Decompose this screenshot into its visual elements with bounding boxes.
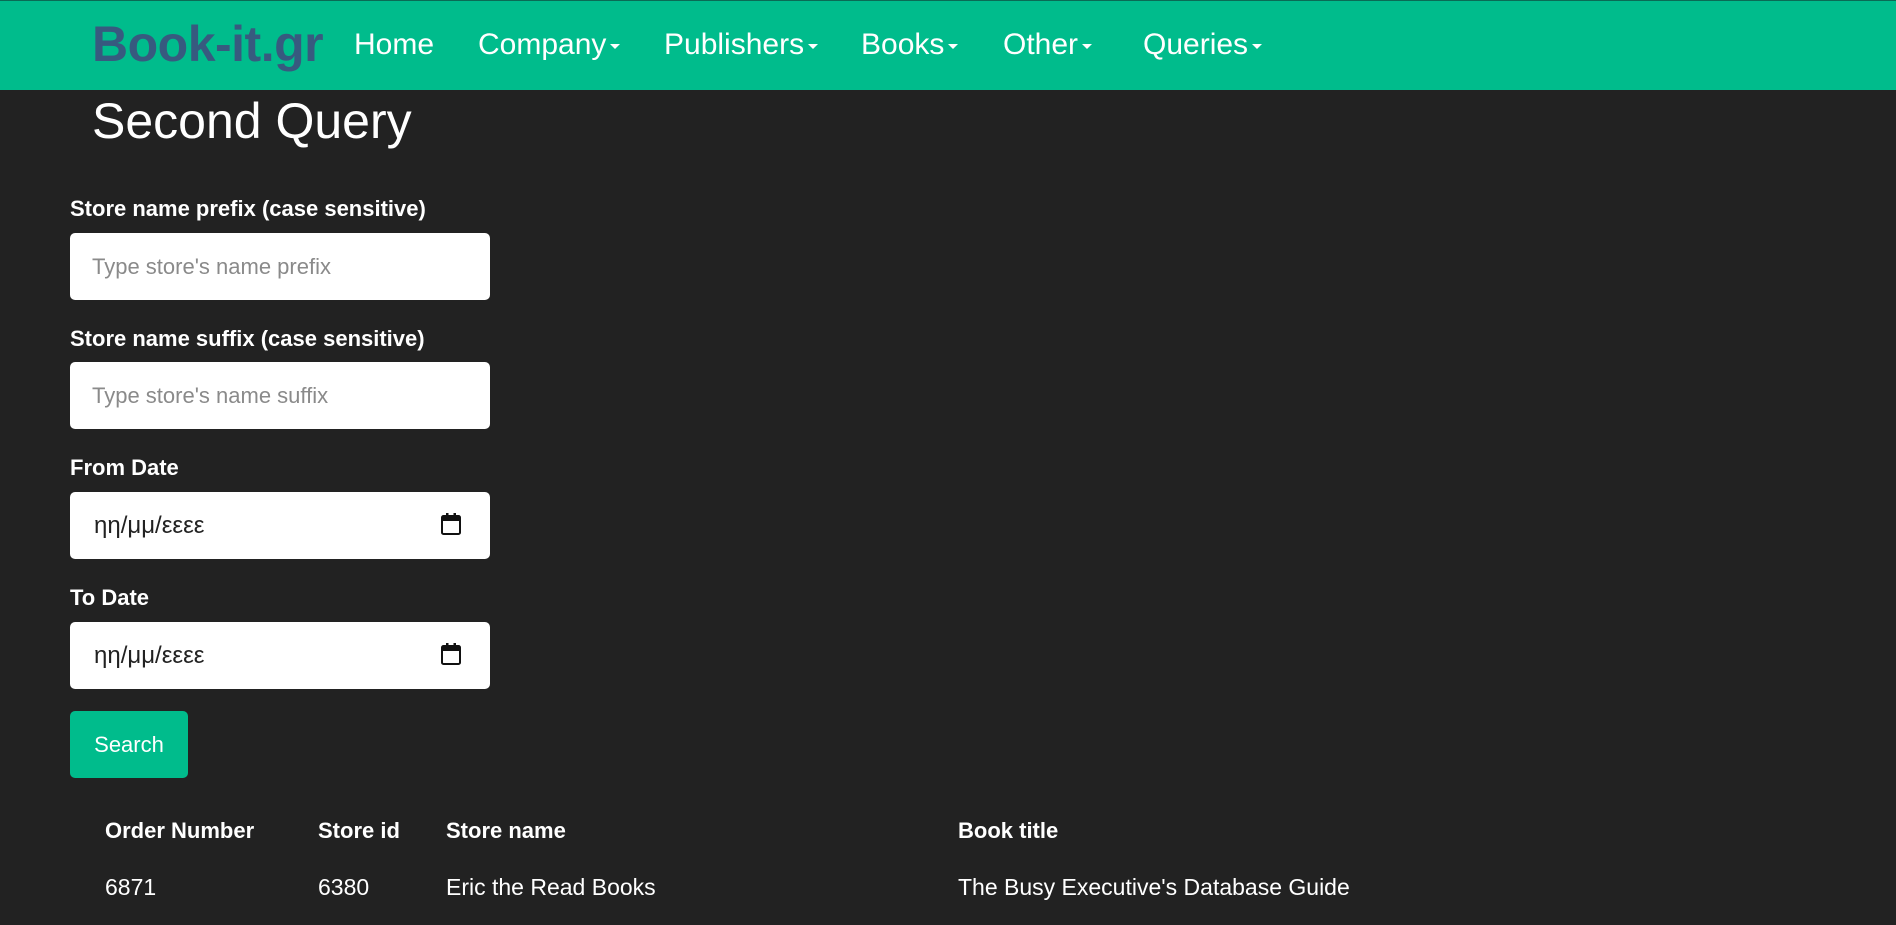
calendar-icon[interactable] <box>440 642 462 666</box>
nav-item-books[interactable]: Books <box>861 28 959 62</box>
prefix-label: Store name prefix (case sensitive) <box>70 196 426 221</box>
suffix-label: Store name suffix (case sensitive) <box>70 326 425 351</box>
from-date-value: ηη/μμ/εεεε <box>94 512 205 539</box>
cell-book-title: The Busy Executive's Database Guide <box>958 874 1350 900</box>
nav-item-label: Queries <box>1143 28 1249 61</box>
page-title: Second Query <box>92 93 412 149</box>
nav-item-company[interactable]: Company <box>478 28 621 62</box>
nav-item-label: Company <box>478 28 607 61</box>
nav-item-label: Publishers <box>664 28 805 61</box>
store-suffix-input[interactable] <box>70 362 490 429</box>
nav-item-label: Other <box>1003 28 1079 61</box>
navbar: Book-it.gr Home Company Publishers Books… <box>0 0 1896 90</box>
caret-down-icon <box>1252 43 1263 49</box>
to-date-label: To Date <box>70 585 150 610</box>
calendar-icon[interactable] <box>440 512 462 536</box>
caret-down-icon <box>808 43 819 49</box>
nav-item-queries[interactable]: Queries <box>1143 28 1263 62</box>
caret-down-icon <box>948 43 959 49</box>
nav-item-home[interactable]: Home <box>354 28 434 62</box>
to-date-value: ηη/μμ/εεεε <box>94 642 205 669</box>
from-date-input[interactable]: ηη/μμ/εεεε <box>70 492 490 559</box>
search-button[interactable]: Search <box>70 711 188 778</box>
caret-down-icon <box>1082 43 1093 49</box>
column-header-order-number: Order Number <box>105 818 255 843</box>
cell-store-name: Eric the Read Books <box>446 874 656 900</box>
column-header-store-id: Store id <box>318 818 400 843</box>
caret-down-icon <box>610 43 621 49</box>
column-header-store-name: Store name <box>446 818 566 843</box>
nav-item-publishers[interactable]: Publishers <box>664 28 819 62</box>
nav-item-label: Books <box>861 28 945 61</box>
cell-order-number: 6871 <box>105 874 157 900</box>
brand-logo[interactable]: Book-it.gr <box>92 15 324 73</box>
column-header-book-title: Book title <box>958 818 1059 843</box>
cell-store-id: 6380 <box>318 874 370 900</box>
store-prefix-input[interactable] <box>70 233 490 300</box>
from-date-label: From Date <box>70 455 179 480</box>
nav-item-label: Home <box>354 28 435 61</box>
to-date-input[interactable]: ηη/μμ/εεεε <box>70 622 490 689</box>
nav-item-other[interactable]: Other <box>1003 28 1093 62</box>
